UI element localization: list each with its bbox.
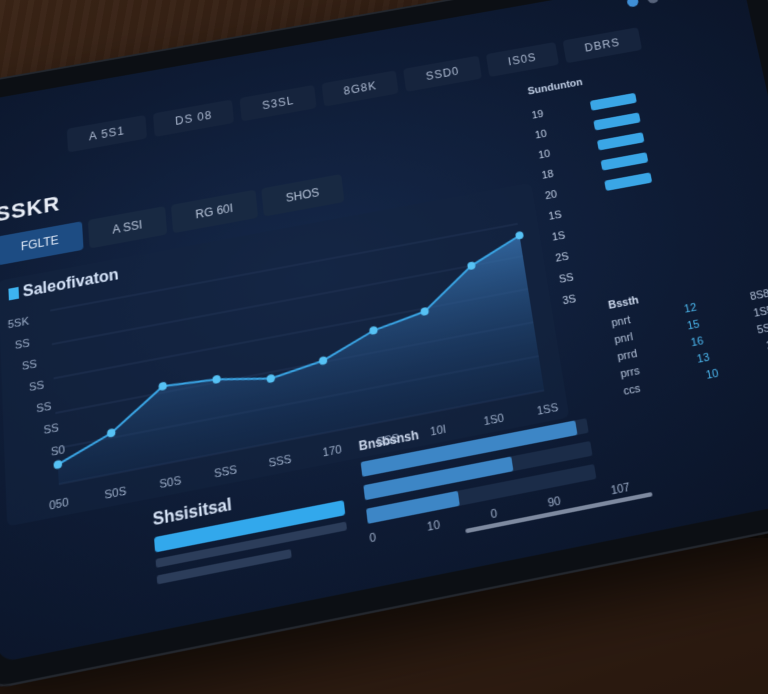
y-tick-label: SS (22, 358, 38, 373)
table-cell-value: 10 (705, 367, 721, 387)
side-row-label: 1S (548, 209, 563, 223)
side-row-label: 1S (551, 230, 566, 244)
side-row-label: 2S (555, 251, 570, 265)
table-cell-other: 5S5 (756, 321, 768, 342)
tab-2[interactable]: S3SL (240, 85, 317, 121)
side-row-label: 19 (531, 109, 544, 122)
side-row-label: SS (558, 272, 574, 286)
x-tick-label: S0S (159, 474, 182, 492)
side-stats-panel: Sundunton 19 10 10 18 20 1S 1S 2S SS 3S (527, 68, 669, 291)
y-tick-label: S0 (51, 443, 66, 459)
table-cell-label: ccs (623, 383, 643, 404)
bar-axis-label: 0 (369, 531, 377, 545)
tab-3[interactable]: 8G8K (321, 70, 399, 106)
x-tick-label: 050 (49, 496, 69, 513)
side-rows: 19 10 10 18 20 1S 1S 2S SS 3S (530, 87, 673, 312)
status-dot-icon (626, 0, 639, 8)
side-row-label: 3S (562, 293, 577, 307)
x-tick-label: S0S (104, 485, 127, 503)
nav-button-1[interactable]: A SSI (88, 206, 167, 248)
nav-button-0[interactable]: FGLTE (0, 221, 83, 265)
y-tick-label: 5SK (8, 315, 30, 331)
app-brand: SSKR (0, 191, 61, 227)
status-dot-icon (646, 0, 659, 4)
y-tick-label: SS (15, 337, 31, 352)
bar-axis-label: 107 (610, 481, 631, 498)
y-tick-label: SS (29, 379, 45, 395)
nav-button-3[interactable]: SHOS (261, 174, 344, 217)
x-tick-label: SSS (268, 453, 292, 471)
x-tick-label: 170 (322, 443, 343, 460)
dashboard-screen: A 5S1 DS 08 S3SL 8G8K SSD0 IS0S DBRS SSK… (0, 0, 768, 663)
bar-axis-label: 90 (547, 495, 562, 510)
tablet-device: A 5S1 DS 08 S3SL 8G8K SSD0 IS0S DBRS SSK… (0, 0, 768, 694)
table-cell-other: 1S5 (752, 304, 768, 324)
y-tick-label: SS (36, 400, 52, 416)
side-row-label: 10 (534, 128, 548, 141)
tab-6[interactable]: DBRS (562, 27, 642, 63)
chart-icon (8, 287, 19, 301)
nav-button-2[interactable]: RG 60I (171, 190, 258, 234)
status-indicators (626, 0, 679, 8)
tab-1[interactable]: DS 08 (153, 99, 234, 137)
tab-5[interactable]: IS0S (486, 42, 559, 77)
status-dot-icon (667, 0, 680, 1)
y-tick-label: SS (43, 421, 59, 437)
side-row-label: 20 (544, 189, 558, 202)
side-row-label: 10 (538, 148, 552, 161)
bar-axis-label: 0 (490, 507, 498, 521)
side-row-label: 18 (541, 168, 555, 181)
tab-4[interactable]: SSD0 (403, 56, 481, 92)
bar-axis-label: 10 (426, 519, 441, 535)
tab-0[interactable]: A 5S1 (67, 115, 147, 153)
x-tick-label: SSS (214, 463, 238, 481)
